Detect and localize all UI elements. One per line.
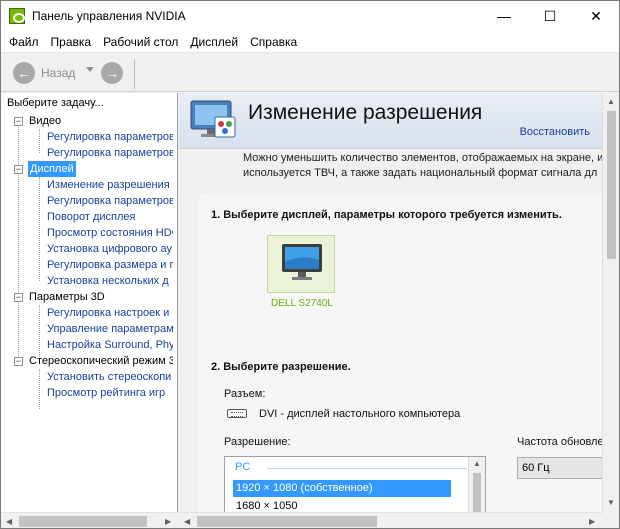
tree-item[interactable]: Установить стереоскопи [47,369,171,385]
connector-value: DVI - дисплей настольного компьютера [259,408,461,420]
scrollbar-thumb[interactable] [473,473,481,513]
toolbar: ← Назад → [1,54,619,92]
tree-item[interactable]: Поворот дисплея [47,209,135,225]
menu-display[interactable]: Дисплей [184,31,244,52]
menu-bar: Файл Правка Рабочий стол Дисплей Справка [1,31,619,53]
tree-item[interactable]: Настройка Surround, Phy [47,337,173,353]
resolution-label: Разрешение: [224,436,291,448]
task-pane: Выберите задачу... − Видео Регулировка п… [1,93,178,528]
tree-item[interactable]: Просмотр состояния HDC [47,225,173,241]
tree-connector [39,129,40,153]
display-selector-tile[interactable] [267,235,335,293]
task-tree: − Видео Регулировка параметров Регулиров… [1,115,173,515]
scroll-right-icon[interactable]: ▶ [589,517,595,526]
group-divider [267,468,467,469]
menu-edit[interactable]: Правка [45,31,98,52]
tree-item[interactable]: Установка нескольких д [47,273,169,289]
tree-category-video[interactable]: Видео [29,115,61,129]
expand-3d-settings-icon[interactable]: − [14,293,23,302]
scrollbar-thumb[interactable] [197,516,377,527]
back-arrow-icon[interactable]: ← [13,62,35,84]
resize-grip[interactable] [602,512,619,528]
step-2-heading: 2. Выберите разрешение. [211,361,351,373]
restore-defaults-link[interactable]: Восстановить [520,126,590,138]
resolution-group-header: PC [235,461,251,473]
minimize-button[interactable]: — [481,1,527,31]
expand-video-icon[interactable]: − [14,117,23,126]
display-name-label: DELL S2740L [271,298,333,309]
tree-item[interactable]: Установка цифрового ау [47,241,172,257]
tree-item[interactable]: Регулировка параметров [47,145,173,161]
scrollbar-thumb[interactable] [607,111,616,259]
monitor-icon [282,244,322,280]
page-title: Изменение разрешения [248,101,483,124]
refresh-rate-select[interactable]: 60 Гц [517,457,607,479]
tree-category-display[interactable]: Дисплей [28,161,76,177]
tree-connector [39,369,40,409]
dvi-connector-icon [227,409,247,418]
page-header: Изменение разрешения Восстановить [179,93,602,149]
title-bar[interactable]: Панель управления NVIDIA — ☐ ✕ [1,1,619,31]
task-pane-header: Выберите задачу... [7,97,104,109]
scroll-down-icon[interactable]: ▼ [607,498,615,507]
scroll-right-icon[interactable]: ▶ [165,517,171,526]
maximize-button[interactable]: ☐ [527,1,573,31]
menu-file[interactable]: Файл [3,31,45,52]
refresh-rate-label: Частота обновле [517,436,604,448]
scroll-left-icon[interactable]: ◀ [184,517,190,526]
tree-item[interactable]: Управление параметрам [47,321,173,337]
window-title: Панель управления NVIDIA [32,9,186,23]
tree-item[interactable]: Регулировка размера и п [47,257,173,273]
step-1-heading: 1. Выберите дисплей, параметры которого … [211,209,562,221]
menu-help[interactable]: Справка [244,31,303,52]
display-settings-icon [190,100,236,138]
tree-item[interactable]: Регулировка параметров [47,129,173,145]
tree-connector [39,177,40,281]
content-horizontal-scrollbar[interactable]: ◀ ▶ [179,512,602,528]
tree-item[interactable]: Регулировка параметров [47,193,173,209]
history-dropdown-icon[interactable] [86,67,94,72]
menu-desktop[interactable]: Рабочий стол [97,31,184,52]
expand-stereo-3d-icon[interactable]: − [14,357,23,366]
back-button-label[interactable]: Назад [41,66,75,80]
tree-category-stereo-3d[interactable]: Стереоскопический режим 3 [29,353,173,369]
tree-item[interactable]: Просмотр рейтинга игр [47,385,165,401]
scrollbar-thumb[interactable] [19,516,147,527]
tree-connector [18,127,19,360]
resolution-option-selected[interactable]: 1920 × 1080 (собственное) [233,480,451,497]
tree-category-3d-settings[interactable]: Параметры 3D [29,289,105,305]
scroll-left-icon[interactable]: ◀ [6,517,12,526]
scroll-up-icon[interactable]: ▲ [607,97,615,106]
toolbar-separator [134,59,135,89]
tree-item[interactable]: Регулировка настроек и [47,305,169,321]
content-vertical-scrollbar[interactable]: ▲ ▼ [602,93,619,512]
description-line: используется ТВЧ, а также задать национа… [243,167,598,179]
page-description: Можно уменьшить количество элементов, от… [243,151,603,181]
expand-display-icon[interactable]: − [14,165,23,174]
scroll-up-icon[interactable]: ▲ [473,459,481,468]
task-pane-horizontal-scrollbar[interactable]: ◀ ▶ [1,512,178,528]
connector-label: Разъем: [224,388,266,400]
nvidia-logo-icon [9,8,25,24]
tree-item-change-resolution[interactable]: Изменение разрешения [47,177,170,193]
close-button[interactable]: ✕ [573,1,619,31]
forward-arrow-icon[interactable]: → [101,62,123,84]
description-line: Можно уменьшить количество элементов, от… [243,152,603,164]
nvidia-control-panel-window: Панель управления NVIDIA — ☐ ✕ Файл Прав… [0,0,620,529]
content-pane: Изменение разрешения Восстановить Можно … [179,93,619,528]
